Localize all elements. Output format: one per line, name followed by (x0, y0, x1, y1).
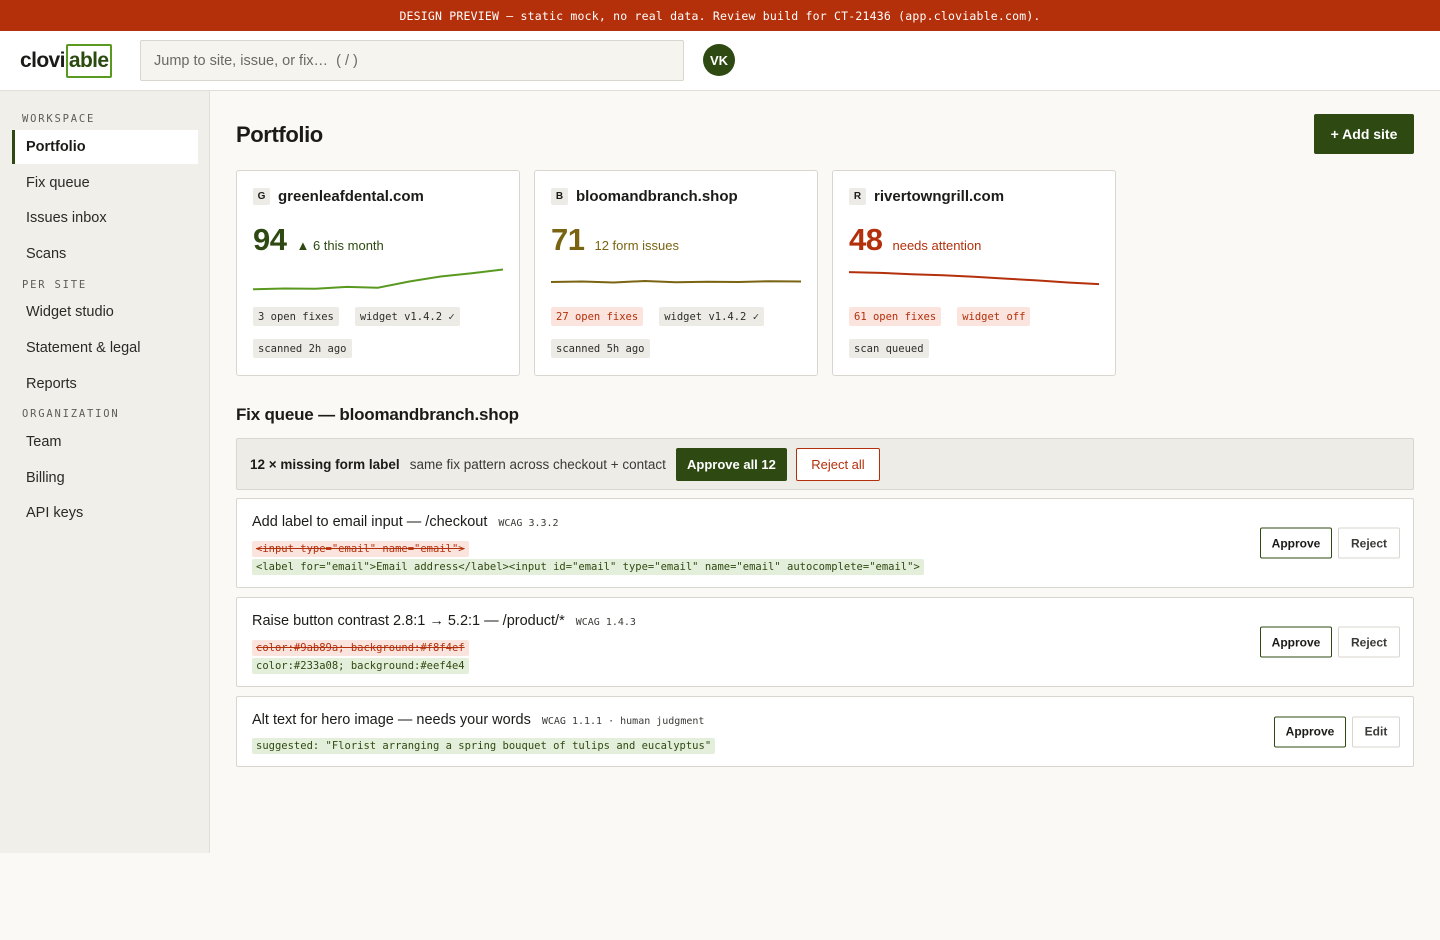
sidebar-item-billing[interactable]: Billing (12, 461, 198, 495)
site-domain: bloomandbranch.shop (576, 188, 738, 205)
open-fixes-chip: 3 open fixes (253, 307, 339, 326)
fix-title: Raise button contrast 2.8:1 → 5.2:1 — /p… (252, 613, 565, 629)
widget-version-chip: widget v1.4.2 ✓ (354, 307, 460, 326)
logo-text-prefix: clovi (20, 48, 65, 72)
sidebar-item-api-keys[interactable]: API keys (12, 496, 198, 530)
site-initial-badge: B (551, 188, 568, 205)
sidebar-item-scans[interactable]: Scans (12, 237, 198, 271)
score-trend: needs attention (892, 238, 982, 253)
fix-title: Add label to email input — /checkout (252, 514, 488, 530)
approve-all-button[interactable]: Approve all 12 (675, 447, 787, 481)
approve-button[interactable]: Approve (1260, 527, 1332, 559)
score-trend: ▲ 6 this month (296, 238, 384, 253)
sidebar-item-fix-queue[interactable]: Fix queue (12, 166, 198, 200)
score-sparkline (551, 279, 801, 284)
site-card-greenleafdental[interactable]: G greenleafdental.com 94 ▲ 6 this month … (236, 170, 520, 376)
fix-item-button-contrast: Raise button contrast 2.8:1 → 5.2:1 — /p… (236, 597, 1414, 687)
score-sparkline (849, 271, 1099, 286)
widget-version-chip: widget v1.4.2 ✓ (659, 307, 765, 326)
batch-fix-bar: 12 × missing form label same fix pattern… (236, 438, 1414, 490)
fix-title: Alt text for hero image — needs your wor… (252, 712, 531, 728)
design-preview-banner: DESIGN PREVIEW — static mock, no real da… (0, 0, 1440, 31)
site-card-bloomandbranch[interactable]: B bloomandbranch.shop 71 12 form issues … (534, 170, 818, 376)
approve-button[interactable]: Approve (1260, 626, 1332, 658)
sidebar-item-widget-studio[interactable]: Widget studio (12, 295, 198, 329)
site-initial-badge: G (253, 188, 270, 205)
sparkline-path (551, 279, 801, 284)
score-sparkline (253, 268, 503, 291)
logo-text-boxed: able (65, 43, 113, 78)
reject-button[interactable]: Reject (1338, 527, 1400, 559)
wcag-criterion: WCAG 1.4.3 (575, 617, 636, 628)
fix-item-email-label: Add label to email input — /checkout WCA… (236, 498, 1414, 588)
site-domain: greenleafdental.com (278, 188, 424, 205)
site-domain: rivertowngrill.com (874, 188, 1005, 205)
batch-count-label: 12 × missing form label (250, 456, 400, 472)
sidebar-section-per-site: PER SITE (22, 279, 87, 291)
global-search-input[interactable] (140, 40, 684, 81)
edit-button[interactable]: Edit (1352, 716, 1400, 747)
suggested-alt-text: suggested: "Florist arranging a spring b… (252, 738, 716, 754)
wcag-criterion: WCAG 3.3.2 (498, 518, 559, 529)
app-logo[interactable]: clovi able (20, 43, 113, 78)
scan-status-chip: scanned 5h ago (551, 339, 650, 358)
sidebar-section-organization: ORGANIZATION (22, 408, 120, 420)
open-fixes-chip: 61 open fixes (849, 307, 942, 326)
sparkline-path (849, 271, 1099, 286)
code-removed: <input type="email" name="email"> (252, 541, 469, 557)
add-site-button[interactable]: + Add site (1314, 114, 1414, 154)
scan-status-chip: scanned 2h ago (253, 339, 352, 358)
batch-description: same fix pattern across checkout + conta… (409, 456, 666, 472)
site-card-rivertowngrill[interactable]: R rivertowngrill.com 48 needs attention … (832, 170, 1116, 376)
reject-button[interactable]: Reject (1338, 626, 1400, 658)
accessibility-score: 48 (849, 222, 883, 257)
top-bar: cloviable VK (0, 31, 1440, 91)
sidebar: WORKSPACE Portfolio Fix queue Issues inb… (0, 91, 210, 853)
approve-button[interactable]: Approve (1274, 716, 1346, 747)
open-fixes-chip: 27 open fixes (551, 307, 644, 326)
fix-item-hero-alt-text: Alt text for hero image — needs your wor… (236, 696, 1414, 767)
accessibility-score: 71 (551, 222, 585, 257)
reject-all-button[interactable]: Reject all (795, 447, 880, 481)
widget-status-chip: widget off (957, 307, 1031, 326)
score-trend: 12 form issues (594, 238, 680, 253)
wcag-criterion: WCAG 1.1.1 · human judgment (541, 716, 705, 727)
code-added: <label for="email">Email address</label>… (252, 559, 924, 575)
sidebar-item-team[interactable]: Team (12, 425, 198, 459)
site-initial-badge: R (849, 188, 866, 205)
sidebar-item-reports[interactable]: Reports (12, 367, 198, 401)
user-avatar[interactable]: VK (703, 44, 735, 76)
accessibility-score: 94 (253, 222, 287, 257)
sidebar-item-issues-inbox[interactable]: Issues inbox (12, 201, 198, 235)
code-removed: color:#9ab89a; background:#f8f4ef (252, 640, 469, 656)
sidebar-item-portfolio[interactable]: Portfolio (12, 130, 198, 164)
sidebar-item-statement-legal[interactable]: Statement & legal (12, 331, 198, 365)
page-title: Portfolio (236, 122, 323, 147)
sparkline-path (253, 268, 503, 291)
scan-status-chip: scan queued (849, 339, 929, 358)
code-added: color:#233a08; background:#eef4e4 (252, 658, 469, 674)
fix-queue-title: Fix queue — bloomandbranch.shop (236, 405, 519, 424)
sidebar-section-workspace: WORKSPACE (22, 113, 96, 125)
